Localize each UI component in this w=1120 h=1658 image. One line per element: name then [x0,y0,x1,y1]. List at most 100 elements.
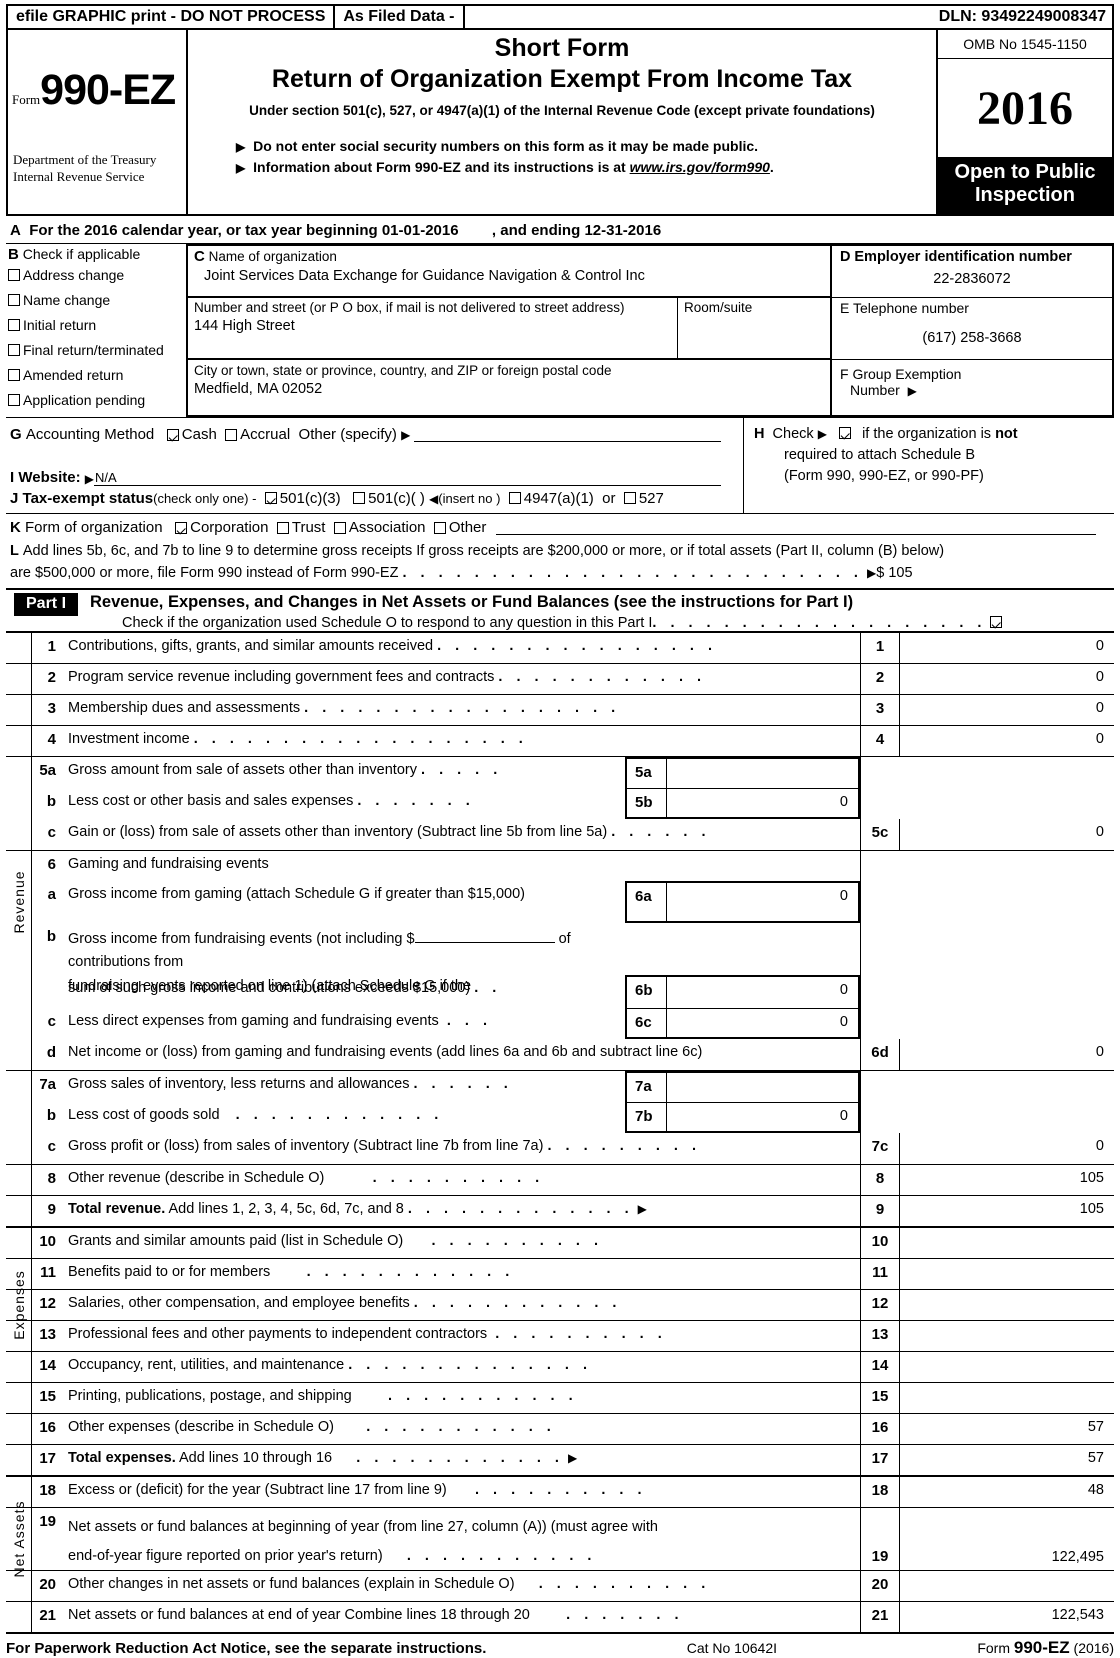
checkbox-527[interactable] [623,492,636,504]
checkbox-501c[interactable] [353,492,366,504]
row-value[interactable]: 0 [900,1133,1114,1164]
line-a-end-date[interactable]: 12-31-2016 [584,222,661,239]
empty-value-cell [860,1070,1114,1102]
checkbox-label: Amended return [23,367,124,383]
row-line-number: 21 [860,1601,900,1632]
row-value[interactable] [900,1228,1114,1258]
checkbox-icon[interactable] [8,394,20,406]
row-desc-text: Gain or (loss) from sale of assets other… [68,823,608,840]
org-room-cell: Room/suite [678,298,830,358]
option-501c-label: 501(c)( ) [368,490,425,507]
row-value[interactable]: 0 [900,695,1114,725]
row-value[interactable]: 105 [900,1196,1114,1226]
table-row: b Less cost or other basis and sales exp… [6,787,1114,819]
checkbox-501c3[interactable] [264,492,277,504]
irs-form990-link[interactable]: www.irs.gov/form990 [630,159,770,175]
other-specify-input[interactable] [414,427,721,442]
sub-value-box-6b: 6b 0 [625,974,860,1008]
checkbox-schedule-b-not-required[interactable] [839,427,852,439]
checkbox-4947a1[interactable] [508,492,521,504]
row-value[interactable]: 48 [900,1477,1114,1507]
checkbox-label: Final return/terminated [23,342,164,358]
row-value[interactable]: 0 [900,664,1114,694]
checkbox-association[interactable] [333,521,346,534]
row-desc: Less cost of goods sold . . . . . . . . … [62,1102,625,1133]
row-value[interactable] [900,1259,1114,1289]
line-a-begin-date[interactable]: 01-01-2016 [382,222,459,239]
row-value[interactable]: 0 [900,819,1114,850]
sub-value[interactable] [667,759,858,788]
section-l-line2: are $500,000 or more, file Form 990 inst… [10,564,399,581]
sub-value[interactable]: 0 [667,977,858,1008]
option-501c3-label: 501(c)(3) [279,490,341,507]
row-value[interactable]: 57 [900,1445,1114,1475]
org-name-value[interactable]: Joint Services Data Exchange for Guidanc… [194,268,824,284]
row-desc-text: Salaries, other compensation, and employ… [68,1294,410,1311]
section-b-label: Check if applicable [22,246,141,262]
group-exemption-number-row: Number ▶ [840,382,1104,398]
side-label-revenue-13 [6,1038,32,1070]
fundraising-contributions-input[interactable] [414,941,555,943]
other-org-input[interactable] [496,521,1096,535]
department-block: Department of the Treasury Internal Reve… [13,151,156,186]
bullet-row-2: ▶ Information about Form 990-EZ and its … [236,159,926,175]
ein-label: Employer identification number [854,249,1072,265]
telephone-value[interactable]: (617) 258-3668 [840,330,1104,346]
row-desc: Other changes in net assets or fund bala… [62,1571,860,1601]
leader-dots: . . . . . . . . . . [495,1325,667,1342]
row-line-number: 10 [860,1227,900,1258]
row-desc: Net income or (loss) from gaming and fun… [68,1043,703,1060]
sub-value[interactable]: 0 [667,1103,858,1131]
row-value[interactable]: 122,543 [900,1602,1114,1632]
row-num: c [47,823,56,841]
checkbox-icon[interactable] [8,294,20,306]
checkbox-initial-return[interactable]: Initial return [8,317,182,333]
row-value[interactable]: 0 [900,633,1114,663]
sub-line-number: 7b [627,1102,667,1131]
row-value[interactable] [900,1290,1114,1320]
website-value[interactable]: N/A [93,470,721,486]
checkbox-accrual[interactable] [225,428,238,441]
table-row: 16 Other expenses (describe in Schedule … [6,1413,1114,1445]
row-value[interactable] [900,1571,1114,1601]
row-value[interactable]: 0 [900,1039,1114,1070]
sub-value[interactable]: 0 [667,883,858,921]
checkbox-schedule-o[interactable] [990,615,1003,628]
checkbox-other-org[interactable] [433,521,446,534]
row-line-number: 4 [860,725,900,756]
row-line-number: 7c [860,1132,900,1164]
row-value[interactable]: 122,495 [900,1508,1114,1570]
checkbox-icon[interactable] [8,369,20,381]
checkbox-name-change[interactable]: Name change [8,292,182,308]
row-value[interactable]: 0 [900,726,1114,756]
checkbox-application-pending[interactable]: Application pending [8,392,182,408]
row-value[interactable]: 105 [900,1165,1114,1195]
row-value[interactable] [900,1321,1114,1351]
leader-dots: . . . . . . . . . . . . . . . . [437,637,718,654]
section-c-letter: C [194,248,205,265]
checkbox-corporation[interactable] [175,521,188,534]
section-h-column: H Check ▶ if the organization is not req… [744,418,1114,513]
checkbox-icon[interactable] [8,344,20,356]
checkbox-final-return-terminated[interactable]: Final return/terminated [8,342,182,358]
checkbox-icon[interactable] [8,269,20,281]
row-num: b [46,927,56,945]
checkbox-address-change[interactable]: Address change [8,267,182,283]
checkbox-cash[interactable] [166,428,179,441]
row-value[interactable]: 57 [900,1414,1114,1444]
checkbox-amended-return[interactable]: Amended return [8,367,182,383]
sub-value[interactable]: 0 [667,789,858,817]
row-value[interactable] [900,1383,1114,1413]
org-street-value[interactable]: 144 High Street [194,318,671,334]
row-value[interactable] [900,1352,1114,1382]
ein-value[interactable]: 22-2836072 [840,271,1104,287]
tax-exempt-status-label: Tax-exempt status [22,490,154,507]
checkbox-trust[interactable] [276,521,289,534]
checkbox-icon[interactable] [8,319,20,331]
sub-value[interactable] [667,1073,858,1102]
row-line-number: 17 [860,1444,900,1475]
org-city-value[interactable]: Medfield, MA 02052 [194,381,824,397]
sub-value[interactable]: 0 [667,1009,858,1037]
leader-dots: . . . . . [421,761,503,778]
leader-dots: . . . . . . . . . . . [388,1387,578,1404]
